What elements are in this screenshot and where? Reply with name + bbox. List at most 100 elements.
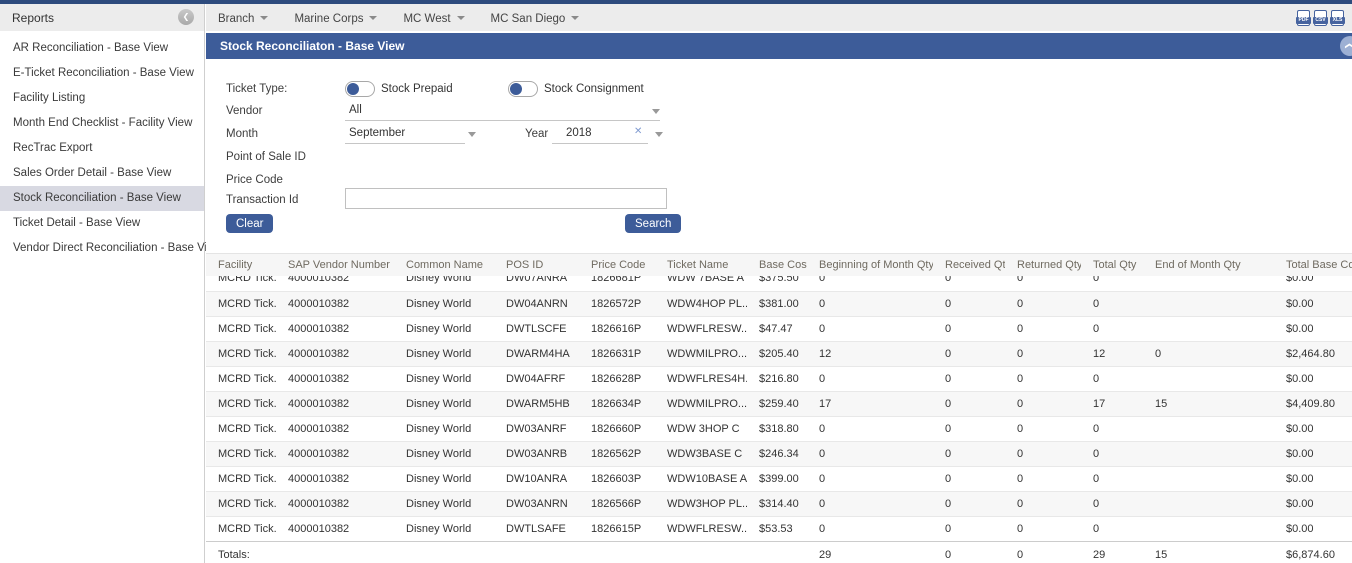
search-button[interactable]: Search [625,214,681,233]
sidebar-item[interactable]: Facility Listing [0,86,204,111]
csv-export-icon[interactable]: CSV [1314,10,1327,26]
year-clear-x-icon[interactable]: ✕ [634,126,642,137]
table-row[interactable]: MCRD Tick...4000010382Disney WorldDWARM5… [206,391,1352,416]
clear-button[interactable]: Clear [226,214,273,233]
header-cell[interactable]: Total Base Cost [1274,254,1352,277]
table-cell: Disney World [394,341,494,366]
sidebar-collapse-chevron-left-icon[interactable]: ❮ [178,9,194,25]
sidebar-item[interactable]: Vendor Direct Reconciliation - Base View [0,236,204,261]
grid-totals: Totals:29002915$6,874.60 [206,541,1352,563]
year-chevron-down-icon[interactable] [655,132,663,137]
table-cell: $375.50 [747,276,807,291]
table-row[interactable]: MCRD Tick...4000010382Disney WorldDW03AN… [206,491,1352,516]
header-cell[interactable]: POS ID [494,254,579,277]
table-cell: 29 [1081,542,1143,563]
header-cell[interactable]: Price Code [579,254,655,277]
month-chevron-down-icon[interactable] [468,132,476,137]
table-cell: WDWFLRESW... [655,516,747,541]
table-cell: 17 [807,391,933,416]
table-cell: DWTLSAFE [494,516,579,541]
pdf-export-icon[interactable]: PDF [1297,10,1310,26]
header-cell[interactable]: SAP Vendor Number [276,254,394,277]
header-cell[interactable]: End of Month Qty [1143,254,1274,277]
panel-collapse-chevron-up-icon[interactable]: ❮ [1340,36,1352,56]
vendor-chevron-down-icon[interactable] [652,109,660,114]
table-cell [394,542,494,563]
export-icons: PDF CSV XLS [1297,10,1346,26]
table-cell: $314.40 [747,491,807,516]
transaction-id-input[interactable] [345,188,667,209]
table-cell: 1826660P [579,416,655,441]
table-row[interactable]: MCRD Tick...4000010382Disney WorldDWTLSA… [206,516,1352,541]
table-cell: 0 [1005,466,1081,491]
table-row[interactable]: MCRD Tick...4000010382Disney WorldDW04AN… [206,291,1352,316]
header-cell[interactable]: Received Qty [933,254,1005,277]
table-cell: WDW3BASE C [655,441,747,466]
sidebar-item[interactable]: RecTrac Export [0,136,204,161]
table-cell: $0.00 [1274,516,1352,541]
table-cell: 4000010382 [276,316,394,341]
stock-consignment-toggle[interactable] [508,81,538,97]
vendor-dropdown[interactable]: All [345,102,660,121]
toggle-knob [347,83,359,95]
sidebar-title: Reports [12,11,54,25]
table-cell: 4000010382 [276,276,394,291]
month-dropdown[interactable]: September [345,125,465,144]
table-cell: 0 [933,416,1005,441]
table-cell: 0 [933,291,1005,316]
table-cell: 1826566P [579,491,655,516]
table-row[interactable]: MCRD Tick...4000010382Disney WorldDWTLSC… [206,316,1352,341]
table-cell: 0 [807,441,933,466]
table-cell: 0 [807,291,933,316]
table-row[interactable]: MCRD Tick...4000010382Disney WorldDW03AN… [206,416,1352,441]
table-cell: 15 [1143,542,1274,563]
branch-menus: Branch Marine Corps MC West MC San Diego [218,9,605,27]
table-cell: MCRD Tick... [206,291,276,316]
header-cell[interactable]: Common Name [394,254,494,277]
branch-menu-item[interactable]: Branch [218,13,268,25]
filter-row-vendor: Vendor All [206,102,1352,122]
table-cell: 0 [1081,291,1143,316]
header-cell[interactable]: Facility [206,254,276,277]
sidebar-item[interactable]: Ticket Detail - Base View [0,211,204,236]
xls-export-icon[interactable]: XLS [1331,10,1344,26]
table-cell: DWARM4HA [494,341,579,366]
header-cell[interactable]: Total Qty [1081,254,1143,277]
table-cell: Disney World [394,316,494,341]
price-code-label: Price Code [226,171,283,189]
branch-menu-item[interactable]: Marine Corps [294,13,377,25]
branch-menu-item[interactable]: MC San Diego [491,13,580,25]
sidebar-item[interactable]: Stock Reconciliation - Base View [0,186,204,211]
table-cell: Disney World [394,441,494,466]
table-cell [1143,276,1274,291]
table-row[interactable]: MCRD Tick...4000010382Disney WorldDW04AF… [206,366,1352,391]
table-cell: $47.47 [747,316,807,341]
table-cell: MCRD Tick... [206,491,276,516]
vendor-label: Vendor [226,102,262,120]
table-cell: DW10ANRA [494,466,579,491]
sidebar-item[interactable]: E-Ticket Reconciliation - Base View [0,61,204,86]
table-row[interactable]: MCRD Tick...4000010382Disney WorldDW10AN… [206,466,1352,491]
table-cell: 0 [1081,366,1143,391]
sidebar-item[interactable]: Sales Order Detail - Base View [0,161,204,186]
table-cell: MCRD Tick... [206,441,276,466]
table-cell [579,542,655,563]
table-row[interactable]: MCRD Tick...4000010382Disney WorldDW07AN… [206,276,1352,291]
header-cell[interactable]: Ticket Name [655,254,747,277]
table-cell: 12 [1081,341,1143,366]
header-cell[interactable]: Beginning of Month Qty [807,254,933,277]
table-cell: 4000010382 [276,516,394,541]
table-cell: $246.34 [747,441,807,466]
table-row[interactable]: MCRD Tick...4000010382Disney WorldDW03AN… [206,441,1352,466]
stock-prepaid-toggle[interactable] [345,81,375,97]
grid-header: FacilitySAP Vendor NumberCommon NamePOS … [206,253,1352,276]
table-cell: WDWMILPRO... [655,391,747,416]
header-cell[interactable]: Returned Qty [1005,254,1081,277]
sidebar-item[interactable]: Month End Checklist - Facility View [0,111,204,136]
stock-consignment-label: Stock Consignment [544,80,644,98]
sidebar-item[interactable]: AR Reconciliation - Base View [0,36,204,61]
table-cell: MCRD Tick... [206,416,276,441]
branch-menu-item[interactable]: MC West [403,13,464,25]
header-cell[interactable]: Base Cost [747,254,807,277]
table-row[interactable]: MCRD Tick...4000010382Disney WorldDWARM4… [206,341,1352,366]
